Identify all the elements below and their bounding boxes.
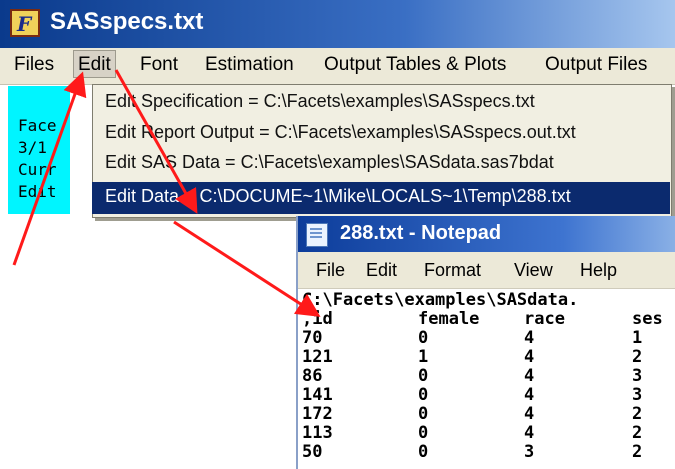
menu-output-tables-plots[interactable]: Output Tables & Plots bbox=[324, 54, 506, 76]
table-cell: 3 bbox=[524, 442, 535, 462]
table-cell: 3 bbox=[632, 366, 643, 386]
main-title-bar[interactable]: F SASspecs.txt bbox=[0, 0, 675, 48]
table-cell: 70 bbox=[302, 328, 323, 348]
notepad-menu-view[interactable]: View bbox=[514, 260, 553, 281]
notepad-menu-edit[interactable]: Edit bbox=[366, 260, 397, 281]
table-cell: 4 bbox=[524, 347, 535, 367]
table-cell: 0 bbox=[418, 385, 429, 405]
facets-app-icon: F bbox=[10, 9, 40, 37]
panel-line: 3/1 bbox=[18, 138, 47, 157]
path-line: C:\Facets\examples\SASdata. bbox=[302, 290, 579, 310]
menu-edit-sas-data[interactable]: Edit SAS Data = C:\Facets\examples\SASda… bbox=[105, 152, 554, 173]
table-cell: 4 bbox=[524, 385, 535, 405]
menu-font[interactable]: Font bbox=[140, 54, 178, 76]
menu-edit-data-label: Edit Data = C:\DOCUME~1\Mike\LOCALS~1\Te… bbox=[105, 186, 571, 206]
menu-estimation[interactable]: Estimation bbox=[205, 54, 294, 76]
table-cell: 0 bbox=[418, 442, 429, 462]
menu-edit[interactable]: Edit bbox=[73, 50, 116, 78]
panel-line: Curr bbox=[18, 160, 57, 179]
notepad-menu-format[interactable]: Format bbox=[424, 260, 481, 281]
table-cell: 2 bbox=[632, 442, 643, 462]
panel-line: Face bbox=[18, 116, 57, 135]
app-icon-letter: F bbox=[17, 12, 32, 36]
column-header: ses bbox=[632, 309, 663, 329]
notepad-menu-bar: File Edit Format View Help bbox=[298, 252, 675, 289]
notepad-text-area[interactable]: C:\Facets\examples\SASdata. ,id female r… bbox=[298, 290, 675, 469]
table-cell: 50 bbox=[302, 442, 323, 462]
notepad-icon bbox=[306, 223, 328, 247]
menu-bar: Files Edit Font Estimation Output Tables… bbox=[0, 48, 675, 85]
table-cell: 4 bbox=[524, 423, 535, 443]
table-cell: 2 bbox=[632, 347, 643, 367]
table-cell: 4 bbox=[524, 328, 535, 348]
table-cell: 1 bbox=[632, 328, 643, 348]
edit-dropdown-menu: Edit Specification = C:\Facets\examples\… bbox=[92, 84, 672, 218]
table-cell: 172 bbox=[302, 404, 333, 424]
arrow-to-notepad bbox=[173, 220, 321, 317]
column-header: ,id bbox=[302, 309, 333, 329]
menu-files[interactable]: Files bbox=[14, 54, 54, 76]
notepad-title-bar[interactable]: 288.txt - Notepad bbox=[298, 216, 675, 252]
notepad-menu-file[interactable]: File bbox=[316, 260, 345, 281]
window-title: SASspecs.txt bbox=[50, 8, 204, 35]
table-cell: 113 bbox=[302, 423, 333, 443]
table-cell: 86 bbox=[302, 366, 323, 386]
menu-edit-specification[interactable]: Edit Specification = C:\Facets\examples\… bbox=[105, 91, 535, 112]
menu-edit-report-output[interactable]: Edit Report Output = C:\Facets\examples\… bbox=[105, 122, 576, 143]
table-cell: 121 bbox=[302, 347, 333, 367]
table-cell: 0 bbox=[418, 423, 429, 443]
table-cell: 3 bbox=[632, 385, 643, 405]
notepad-menu-help[interactable]: Help bbox=[580, 260, 617, 281]
column-header: race bbox=[524, 309, 565, 329]
table-cell: 4 bbox=[524, 366, 535, 386]
menu-edit-data[interactable]: Edit Data = C:\DOCUME~1\Mike\LOCALS~1\Te… bbox=[92, 182, 670, 214]
table-cell: 2 bbox=[632, 404, 643, 424]
table-cell: 2 bbox=[632, 423, 643, 443]
table-cell: 141 bbox=[302, 385, 333, 405]
notepad-window: 288.txt - Notepad File Edit Format View … bbox=[296, 216, 675, 469]
notepad-title: 288.txt - Notepad bbox=[340, 222, 502, 244]
table-cell: 0 bbox=[418, 328, 429, 348]
column-header: female bbox=[418, 309, 480, 329]
menu-output-files[interactable]: Output Files bbox=[545, 54, 647, 76]
table-cell: 4 bbox=[524, 404, 535, 424]
table-cell: 0 bbox=[418, 404, 429, 424]
table-cell: 1 bbox=[418, 347, 429, 367]
panel-line: Edit bbox=[18, 182, 57, 201]
table-cell: 0 bbox=[418, 366, 429, 386]
